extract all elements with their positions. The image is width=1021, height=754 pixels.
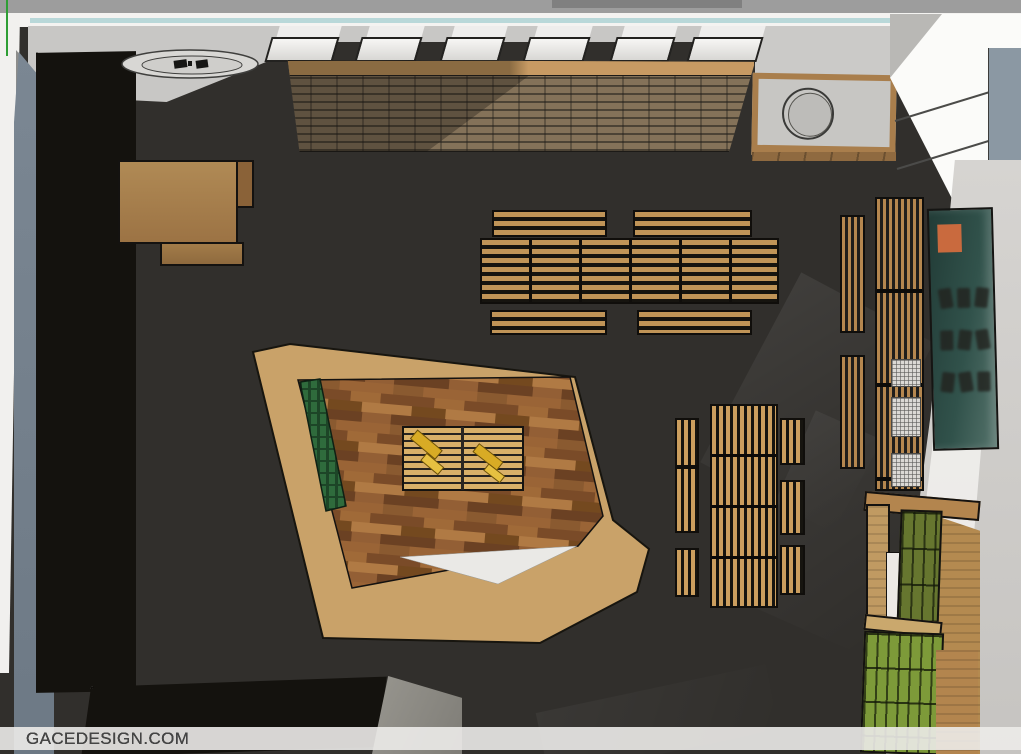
wire-basket (891, 397, 921, 437)
wall-poster (927, 207, 999, 451)
reception-desk-top (118, 160, 238, 244)
display-shelf-narrow-upper (840, 215, 865, 333)
poster-grid-image (977, 371, 991, 391)
watermark-bar: GACEDESIGN.COMGACEDESIGN.COMGACEDESIGN.C… (0, 727, 1021, 750)
wire-basket (891, 453, 921, 487)
bench-top-left (492, 210, 607, 237)
wood-platform (230, 330, 680, 660)
cabinet-top-right (751, 73, 896, 158)
poster-grid-image (957, 329, 972, 350)
poster-grid-image (974, 287, 989, 308)
display-shelf-wide (875, 197, 924, 491)
reception-desk-return (160, 242, 244, 266)
slatted-wall-top-rail (284, 61, 754, 76)
poster-grid-image (940, 330, 954, 350)
slatted-wall-shadow (284, 76, 754, 153)
skylight-panel (264, 37, 339, 62)
skylight-panel (354, 37, 422, 62)
bench-right-2 (780, 480, 805, 535)
poster-grid-image (957, 288, 971, 308)
skylight-panel (609, 37, 675, 62)
reading-table-large (480, 238, 779, 304)
bench-right-3 (780, 545, 805, 595)
ceiling-light-fixture (118, 48, 268, 88)
right-wall-upper (988, 48, 1021, 168)
poster-grid-image (938, 288, 954, 310)
skylight-panel (439, 37, 505, 62)
poster-grid-image (958, 371, 974, 393)
poster-grid-image (975, 329, 991, 351)
reception-desk-side (236, 160, 254, 208)
render-canvas: GACEDESIGN.COMGACEDESIGN.COMGACEDESIGN.C… (0, 0, 1021, 754)
display-shelf-narrow-lower (840, 355, 865, 469)
poster-accent-square (937, 224, 962, 253)
light-glyph (196, 59, 209, 69)
shelf-cell (36, 53, 38, 55)
skylight-panel (686, 37, 763, 62)
wire-basket (891, 359, 921, 387)
bench-top-right (633, 210, 752, 237)
skylight-panel (522, 37, 590, 62)
watermark-text: GACEDESIGN.COM (26, 729, 189, 749)
left-cube-shelving (36, 51, 136, 693)
poster-grid-image (940, 372, 955, 393)
bench-right-1 (780, 418, 805, 465)
slatted-feature-wall (283, 60, 755, 152)
shelf-cell (91, 687, 93, 689)
cabinet-front-edge (752, 152, 896, 161)
reading-table-long (710, 404, 778, 608)
